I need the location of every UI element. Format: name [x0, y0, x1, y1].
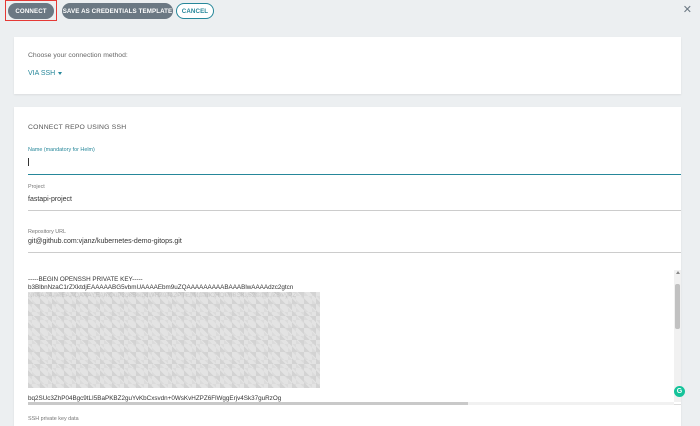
text-cursor: [28, 158, 29, 166]
name-underline: [28, 174, 681, 175]
name-field[interactable]: Name (mandatory for Helm): [28, 147, 681, 175]
toolbar: CONNECT SAVE AS CREDENTIALS TEMPLATE CAN…: [0, 0, 700, 22]
repository-url-field[interactable]: Repository URL git@github.com:vjanz/kube…: [28, 229, 681, 253]
project-underline: [28, 210, 681, 211]
connection-method-dropdown[interactable]: VIA SSH: [28, 70, 63, 77]
horizontal-scrollbar[interactable]: [28, 402, 674, 405]
connection-method-value: VIA SSH: [28, 70, 56, 77]
connection-method-card: Choose your connection method: VIA SSH: [14, 37, 681, 94]
ssh-key-last-line: bq2SUc3ZhP04Bgc9tLI5BaPKBZ2guYvKbCxsvdn+…: [28, 395, 282, 402]
scroll-up-arrow-icon[interactable]: [676, 271, 680, 274]
repository-url-input[interactable]: git@github.com:vjanz/kubernetes-demo-git…: [28, 238, 681, 245]
grammarly-icon[interactable]: G: [674, 386, 685, 397]
ssh-key-line: -----BEGIN OPENSSH PRIVATE KEY-----: [28, 276, 143, 283]
ssh-key-textarea[interactable]: -----BEGIN OPENSSH PRIVATE KEY----- b3Bl…: [28, 270, 685, 405]
project-field[interactable]: Project fastapi-project: [28, 184, 681, 211]
project-input[interactable]: fastapi-project: [28, 196, 681, 203]
cancel-button[interactable]: CANCEL: [176, 3, 214, 19]
close-icon[interactable]: ✕: [683, 5, 692, 16]
caret-down-icon: [58, 72, 63, 75]
ssh-key-caption: SSH private key data: [28, 416, 79, 422]
repo-form-card: CONNECT REPO USING SSH Name (mandatory f…: [14, 107, 685, 426]
project-label: Project: [28, 184, 45, 190]
vertical-scroll-thumb[interactable]: [675, 284, 680, 329]
name-input[interactable]: [28, 153, 681, 171]
horizontal-scroll-thumb[interactable]: [28, 402, 468, 405]
vertical-scrollbar[interactable]: [674, 270, 681, 402]
repository-url-underline: [28, 252, 681, 253]
connect-button[interactable]: CONNECT: [8, 3, 54, 19]
connection-method-prompt: Choose your connection method:: [28, 52, 128, 59]
section-title: CONNECT REPO USING SSH: [28, 124, 127, 131]
repository-url-label: Repository URL: [28, 229, 67, 235]
save-as-template-button[interactable]: SAVE AS CREDENTIALS TEMPLATE: [62, 3, 173, 19]
ssh-key-redacted-area: [28, 292, 320, 388]
